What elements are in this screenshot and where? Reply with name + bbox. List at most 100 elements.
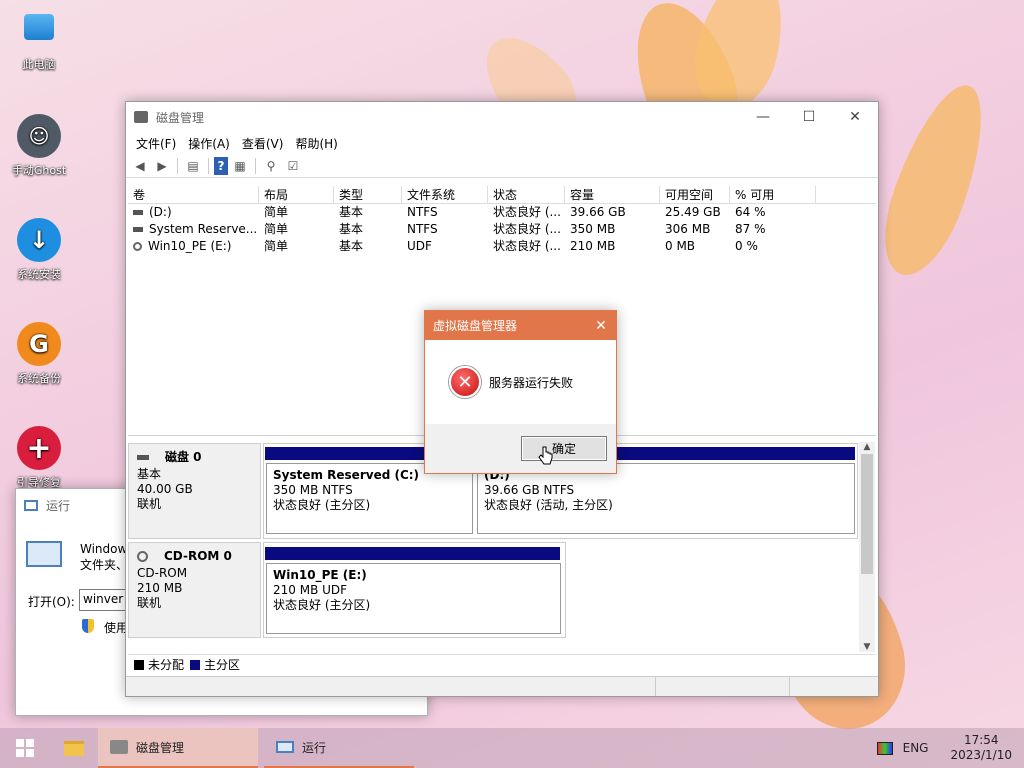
close-button[interactable]: ✕ [832,102,878,132]
taskbar-item-label: 运行 [302,740,327,755]
column-volume[interactable]: 卷 [128,186,259,203]
drive-icon [133,210,143,215]
language-indicator[interactable]: ENG [903,741,929,755]
properties-icon[interactable]: ▦ [230,157,250,175]
legend-unallocated: 未分配 [148,658,185,672]
taskbar: 磁盘管理 运行 ENG 17:54 2023/1/10 [0,728,1024,768]
cursor-hand-icon [538,446,553,465]
help-icon[interactable]: ? [214,156,228,175]
menubar: 文件(F) 操作(A) 查看(V) 帮助(H) [126,132,878,154]
admin-shield-icon [82,619,94,633]
drive-icon [133,227,143,232]
dialog-titlebar: 虚拟磁盘管理器 ✕ [425,311,616,340]
desktop-icon-ghost[interactable]: ☺ 手动Ghost [6,114,72,178]
column-free-space[interactable]: 可用空间 [660,186,730,203]
partition-header-bar [265,547,560,560]
display-settings-icon[interactable] [876,741,893,755]
unallocated-swatch [134,659,144,670]
run-description-line2: 文件夹、 [80,558,129,572]
forward-arrow-icon[interactable]: ▶ [152,157,172,175]
volume-fs: NTFS [407,222,438,236]
back-arrow-icon[interactable]: ◀ [130,157,150,175]
volume-free: 306 MB [665,222,711,236]
clock-time: 17:54 [963,733,999,747]
clock-date: 2023/1/10 [950,748,1012,762]
column-filesystem[interactable]: 文件系统 [402,186,488,203]
disk-management-icon [110,740,128,754]
menu-action[interactable]: 操作(A) [182,135,236,152]
column-type[interactable]: 类型 [334,186,402,203]
disk0-label[interactable]: 磁盘 0 基本 40.00 GB 联机 [128,443,261,539]
cdrom0-name: CD-ROM 0 [164,549,232,563]
column-status[interactable]: 状态 [488,186,565,203]
volume-fs: NTFS [407,205,438,219]
dialog-close-button[interactable]: ✕ [586,318,616,334]
disk-icon [137,455,149,460]
partition-status: 状态良好 (主分区) [273,498,371,512]
start-button[interactable] [0,728,50,768]
table-row[interactable]: Win10_PE (E:) 简单 基本 UDF 状态良好 (... 210 MB… [128,238,876,255]
table-row[interactable]: (D:) 简单 基本 NTFS 状态良好 (... 39.66 GB 25.49… [128,204,876,221]
dialog-body: ✕ 服务器运行失败 [425,340,616,424]
minimize-button[interactable]: — [740,102,786,132]
volume-layout: 简单 [264,239,289,253]
computer-icon [24,14,54,40]
table-row[interactable]: System Reserve... 简单 基本 NTFS 状态良好 (... 3… [128,221,876,238]
desktop-icon-label: 系统备份 [17,372,61,385]
dialog-footer: 确定 [425,424,616,473]
taskbar-item-disk-management[interactable]: 磁盘管理 [98,728,258,768]
error-dialog: 虚拟磁盘管理器 ✕ ✕ 服务器运行失败 确定 [424,310,617,474]
file-explorer-button[interactable] [50,728,98,768]
volume-type: 基本 [339,239,364,253]
ok-button[interactable]: 确定 [521,436,607,461]
volume-layout: 简单 [264,205,289,219]
checklist-icon[interactable]: ☑ [283,157,303,175]
desktop-icon-label: 系统安装 [17,268,61,281]
desktop-icon-this-pc[interactable]: 此电脑 [6,10,72,72]
scroll-down-arrow-icon[interactable]: ▼ [859,642,875,652]
cdrom0-label[interactable]: CD-ROM 0 CD-ROM 210 MB 联机 [128,542,261,638]
menu-file[interactable]: 文件(F) [130,135,182,152]
partition-title: Win10_PE (E:) [273,568,367,582]
desktop-icon-label: 此电脑 [22,58,56,71]
ghost-icon: ☺ [17,114,61,158]
console-tree-icon[interactable]: ▤ [183,157,203,175]
disk-management-icon [134,111,148,123]
disk0-size: 40.00 GB [137,482,193,496]
taskbar-item-run[interactable]: 运行 [264,728,414,768]
desktop-icon-repair[interactable]: + 引导修复 [6,426,72,490]
volume-name: Win10_PE (E:) [148,239,232,253]
volume-pct: 87 % [735,222,766,236]
menu-help[interactable]: 帮助(H) [289,135,343,152]
desktop-icon-backup[interactable]: G 系统备份 [6,322,72,386]
volume-capacity: 39.66 GB [570,205,626,219]
partition-status: 状态良好 (活动, 主分区) [484,498,613,512]
connect-icon[interactable]: ⚲ [261,157,281,175]
scroll-up-arrow-icon[interactable]: ▲ [859,442,875,452]
disk0-name: 磁盘 0 [165,450,202,464]
disk0-type: 基本 [137,467,162,481]
cdrom0-size: 210 MB [137,581,183,595]
clock[interactable]: 17:54 2023/1/10 [950,733,1012,763]
volume-type: 基本 [339,222,364,236]
volume-status: 状态良好 (... [493,222,561,236]
volume-layout: 简单 [264,222,289,236]
disk0-state: 联机 [137,497,162,511]
column-capacity[interactable]: 容量 [565,186,660,203]
run-open-label: 打开(O): [28,595,75,609]
column-percent-free[interactable]: % 可用 [730,186,816,203]
menu-view[interactable]: 查看(V) [236,135,290,152]
partition-size: 350 MB NTFS [273,483,353,497]
column-layout[interactable]: 布局 [259,186,334,203]
vertical-scrollbar[interactable]: ▲ ▼ [859,442,875,652]
run-large-icon [26,541,62,567]
partition-win10pe[interactable]: Win10_PE (E:) 210 MB UDF 状态良好 (主分区) [266,563,561,634]
cdrom-icon [137,551,148,562]
dialog-message: 服务器运行失败 [489,375,574,390]
repair-icon: + [17,426,61,470]
scroll-thumb[interactable] [861,454,873,574]
volume-pct: 64 % [735,205,766,219]
windows-logo-icon [16,739,34,757]
desktop-icon-install[interactable]: ↓ 系统安装 [6,218,72,282]
maximize-button[interactable]: ☐ [786,102,832,132]
